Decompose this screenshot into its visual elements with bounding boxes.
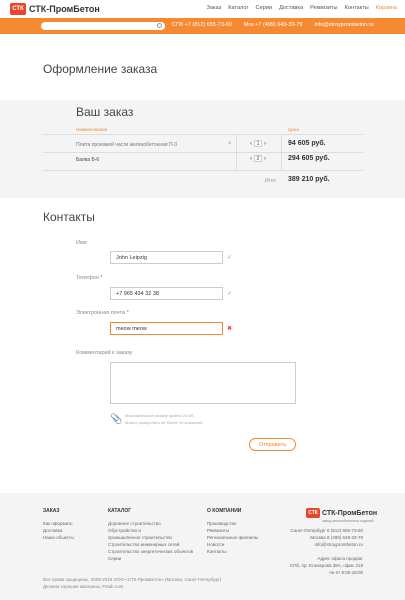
footer-link[interactable]: Строительство энергетических объектов [108,548,193,555]
order-section: Ваш заказ Наименование Цена Плита проезж… [0,100,405,198]
footer-link[interactable]: Региональные филиалы [207,534,258,541]
footer-heading: О КОМПАНИИ [207,508,242,514]
footer-link[interactable]: Серии [108,555,193,562]
comment-textarea[interactable] [110,362,296,404]
footer-link[interactable]: Строительство инженерных сетей [108,541,193,548]
footer-col-order: ЗАКАЗ Как оформить Доставка Наши объекты [43,508,74,541]
footer-contact-line: СПб, пр. Елизарова 38А, офис 218 [289,563,363,568]
footer-contact-line[interactable]: Санкт-Петербург 8 (812) 655-73-60 [290,527,363,534]
nav-item-requisites[interactable]: Реквизиты [310,5,337,11]
footer-link[interactable]: Как оформить [43,520,74,527]
plus-icon[interactable]: › [264,141,266,147]
item-price: 94 605 руб. [288,140,326,147]
quantity-input[interactable]: 1 [254,140,262,147]
main-nav: Заказ Каталог Серии Доставка Реквизиты К… [207,5,397,11]
footer: ЗАКАЗ Как оформить Доставка Наши объекты… [0,493,405,600]
divider [43,170,363,171]
search-icon[interactable] [157,23,162,28]
footer-copyright: Все права защищены, 2009-2016 ООО «СТК-П… [43,576,221,590]
footer-contact-line: пн-пт 9:00-18:00 [329,570,363,575]
footer-contacts: Санкт-Петербург 8 (812) 655-73-60 Москва… [290,527,363,576]
footer-contact-line: Адрес офиса продаж: [317,556,363,561]
nav-item-cart[interactable]: Корзина [376,5,397,11]
copyright-line[interactable]: Делаем хорошие магазины, Fstab.com [43,583,221,590]
check-icon: ✓ [227,255,233,261]
hint-line: Максимальный размер файла 25 МБ [125,413,194,418]
column-header-price: Цена [288,127,299,132]
copyright-line: Все права защищены, 2009-2016 ООО «СТК-П… [43,577,222,582]
footer-contact-line[interactable]: info@stroyprombeton.ru [290,541,363,548]
error-icon: ✖ [227,326,233,332]
footer-link[interactable]: Производство [207,520,258,527]
footer-link[interactable]: Новости [207,541,258,548]
paperclip-icon[interactable]: 📎 [110,414,122,425]
quantity-stepper[interactable]: ‹ 2 › [250,155,266,162]
logo-text: СТК-ПромБетон [29,4,100,14]
nav-item-order[interactable]: Заказ [207,5,222,11]
nav-item-series[interactable]: Серии [256,5,273,11]
total-label: Итог: [265,178,277,184]
phone-label: Телефон * [76,275,103,281]
email-link[interactable]: info@stroyprombeton.ru [314,22,373,28]
product-name[interactable]: Плита проезжей части железобетонная П-3 [76,142,177,148]
required-asterisk: * [126,310,129,316]
logo-mark-icon: СТК [306,508,320,518]
phone-field[interactable]: +7 965 434 32 38 [110,287,223,300]
item-price: 294 605 руб. [288,155,330,162]
required-asterisk: * [100,275,103,281]
top-header: СТК СТК-ПромБетон Заказ Каталог Серии До… [0,0,405,18]
nav-item-contacts[interactable]: Контакты [345,5,369,11]
nav-item-delivery[interactable]: Доставка [279,5,303,11]
footer-link[interactable]: Дорожное строительство [108,520,193,527]
contacts-title: Контакты [43,210,95,224]
name-field[interactable]: John Leipzig [110,251,223,264]
footer-logo-tagline: завод железобетонных изделий [322,519,374,523]
product-name[interactable]: Балка Б-6 [76,157,99,163]
email-field[interactable]: meow meow [110,322,223,335]
footer-link[interactable]: Контакты [207,548,258,555]
hint-line: Можно прикрепить не более 10 вложений [125,420,203,425]
footer-heading: КАТАЛОГ [108,508,132,514]
email-label: Электронная почта * [76,310,129,316]
column-header-name: Наименование [76,127,108,132]
footer-link[interactable]: Обустройство и [108,527,193,534]
quantity-input[interactable]: 2 [254,155,262,162]
search-input[interactable] [41,22,165,30]
footer-link[interactable]: Реквизиты [207,527,258,534]
footer-contact-line [290,548,363,555]
order-title: Ваш заказ [76,105,134,119]
phone-spb[interactable]: СПб +7 (812) 655-73-60 [172,22,232,28]
divider [43,152,363,153]
minus-icon[interactable]: ‹ [250,156,252,162]
name-label: Имя [76,240,87,246]
footer-heading: ЗАКАЗ [43,508,60,514]
footer-link[interactable]: промышленное строительство [108,534,193,541]
total-value: 389 210 руб. [288,176,330,183]
divider [43,134,363,135]
quantity-stepper[interactable]: ‹ 1 › [250,140,266,147]
nav-item-catalog[interactable]: Каталог [228,5,248,11]
site-logo[interactable]: СТК СТК-ПромБетон [10,3,100,15]
footer-col-company: О КОМПАНИИ Производство Реквизиты Регион… [207,508,258,555]
header-contacts: СПб +7 (812) 655-73-60 Мск +7 (499) 649-… [172,22,374,28]
footer-link[interactable]: Доставка [43,527,74,534]
footer-link[interactable]: Наши объекты [43,534,74,541]
email-label-text: Электронная почта [76,310,126,316]
logo-mark-icon: СТК [10,3,26,15]
footer-col-catalog: КАТАЛОГ Дорожное строительство Обустройс… [108,508,193,562]
send-button[interactable]: Отправить [249,438,296,451]
minus-icon[interactable]: ‹ [250,141,252,147]
footer-logo[interactable]: СТК СТК-ПромБетон [306,508,377,518]
page-title: Оформление заказа [43,62,158,76]
footer-contact-line[interactable]: Москва 8 (499) 649-33-79 [290,534,363,541]
footer-logo-text: СТК-ПромБетон [322,509,378,517]
comment-label: Комментарий к заказу [76,350,133,356]
remove-item-icon[interactable]: × [228,141,232,147]
check-icon: ✓ [227,291,233,297]
attachment-hint: Максимальный размер файла 25 МБ Можно пр… [125,412,203,426]
phone-label-text: Телефон [76,275,99,281]
plus-icon[interactable]: › [264,156,266,162]
phone-msk[interactable]: Мск +7 (499) 649-33-79 [244,22,303,28]
contact-bar: СПб +7 (812) 655-73-60 Мск +7 (499) 649-… [0,18,405,34]
